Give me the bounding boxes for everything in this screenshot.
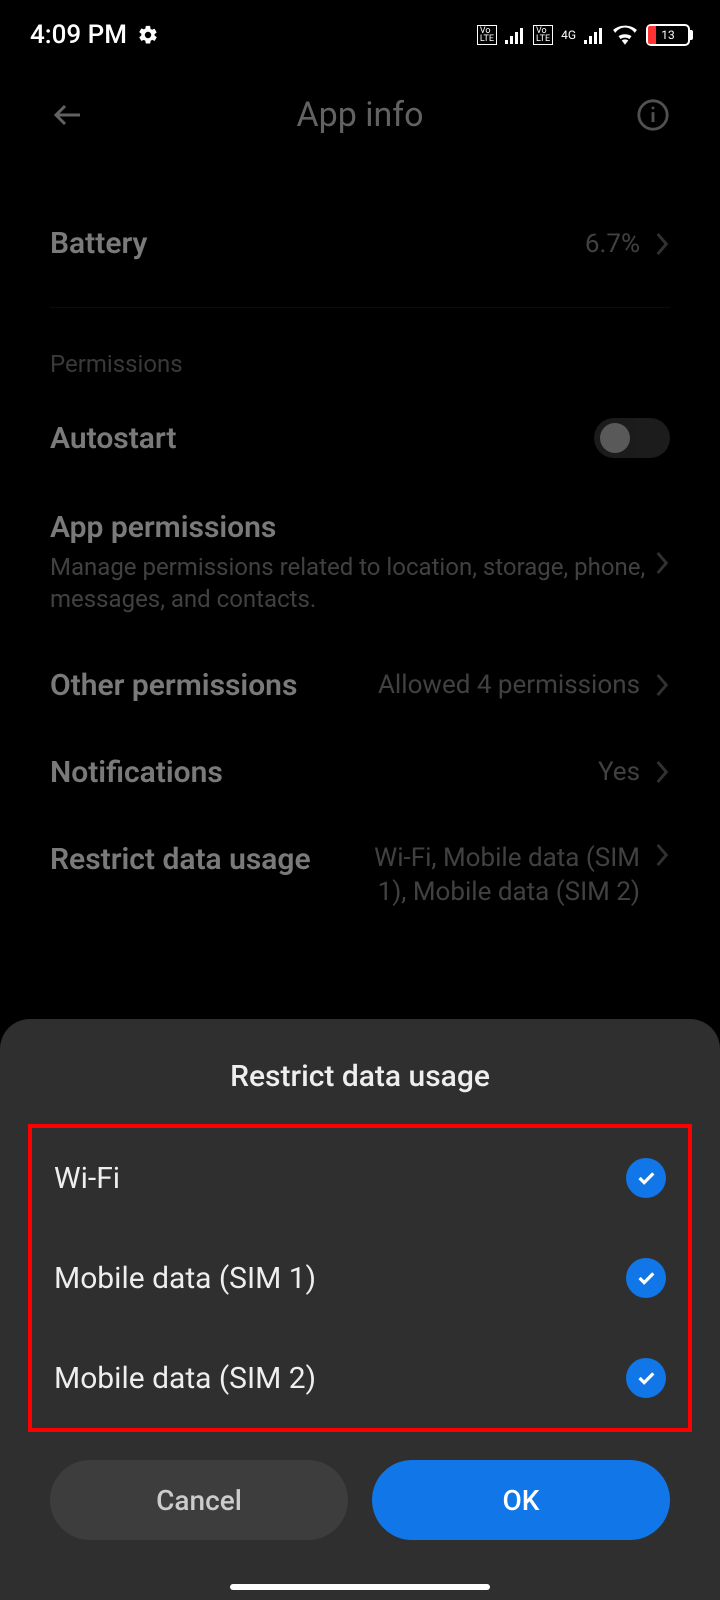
- notifications-value: Yes: [598, 757, 640, 787]
- chevron-right-icon: [654, 231, 670, 257]
- autostart-label: Autostart: [50, 421, 594, 456]
- check-icon[interactable]: [626, 1258, 666, 1298]
- other-permissions-value: Allowed 4 permissions: [378, 670, 640, 700]
- row-notifications[interactable]: Notifications Yes: [50, 729, 670, 816]
- settings-list: Battery 6.7% Permissions Autostart App p…: [0, 160, 720, 935]
- network-label: 4G: [561, 30, 576, 40]
- autostart-toggle[interactable]: [594, 418, 670, 458]
- status-bar: 4:09 PM VoLTE VoLTE 4G 13: [0, 0, 720, 70]
- home-indicator[interactable]: [230, 1584, 490, 1590]
- sim2-label: Mobile data (SIM 2): [54, 1361, 316, 1396]
- chevron-right-icon: [654, 672, 670, 698]
- option-wifi[interactable]: Wi-Fi: [42, 1128, 678, 1228]
- battery-value: 6.7%: [585, 229, 640, 259]
- restrict-data-sheet: Restrict data usage Wi-Fi Mobile data (S…: [0, 1019, 720, 1600]
- check-icon[interactable]: [626, 1158, 666, 1198]
- option-sim2[interactable]: Mobile data (SIM 2): [42, 1328, 678, 1428]
- app-permissions-sub: Manage permissions related to location, …: [50, 551, 654, 616]
- row-app-permissions[interactable]: App permissions Manage permissions relat…: [50, 484, 670, 642]
- chevron-right-icon: [654, 550, 670, 576]
- check-icon[interactable]: [626, 1358, 666, 1398]
- gear-icon: [137, 24, 159, 46]
- back-icon[interactable]: [50, 97, 86, 133]
- battery-icon: 13: [646, 24, 690, 46]
- restrict-data-value: Wi-Fi, Mobile data (SIM 1), Mobile data …: [360, 842, 640, 910]
- cancel-button[interactable]: Cancel: [50, 1460, 348, 1540]
- app-permissions-label: App permissions: [50, 510, 654, 545]
- ok-button[interactable]: OK: [372, 1460, 670, 1540]
- status-time: 4:09 PM: [30, 20, 127, 50]
- sheet-title: Restrict data usage: [0, 1059, 720, 1094]
- notifications-label: Notifications: [50, 755, 598, 790]
- section-permissions: Permissions: [50, 328, 670, 392]
- signal-icon: [505, 26, 525, 44]
- sim1-label: Mobile data (SIM 1): [54, 1261, 316, 1296]
- app-bar: App info: [0, 70, 720, 160]
- other-permissions-label: Other permissions: [50, 668, 378, 703]
- restrict-data-label: Restrict data usage: [50, 842, 360, 877]
- wifi-label: Wi-Fi: [54, 1161, 120, 1196]
- row-autostart[interactable]: Autostart: [50, 392, 670, 484]
- battery-label: Battery: [50, 226, 585, 261]
- wifi-icon: [612, 25, 638, 45]
- row-restrict-data[interactable]: Restrict data usage Wi-Fi, Mobile data (…: [50, 816, 670, 936]
- chevron-right-icon: [654, 759, 670, 785]
- option-sim1[interactable]: Mobile data (SIM 1): [42, 1228, 678, 1328]
- volte2-icon: VoLTE: [533, 25, 553, 45]
- row-other-permissions[interactable]: Other permissions Allowed 4 permissions: [50, 642, 670, 729]
- signal2-icon: [584, 26, 604, 44]
- info-icon[interactable]: [636, 98, 670, 132]
- volte-icon: VoLTE: [477, 25, 497, 45]
- row-battery[interactable]: Battery 6.7%: [50, 200, 670, 287]
- highlight-annotation: Wi-Fi Mobile data (SIM 1) Mobile data (S…: [28, 1124, 692, 1432]
- divider: [50, 307, 670, 308]
- page-title: App info: [50, 95, 670, 135]
- chevron-right-icon: [654, 842, 670, 868]
